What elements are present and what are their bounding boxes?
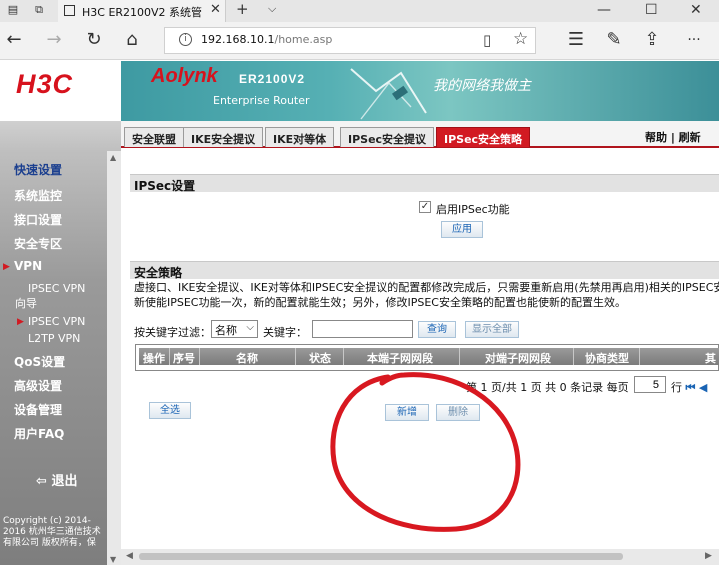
filter-select[interactable]: 名称 ⌵ bbox=[211, 320, 258, 338]
keyword-input[interactable] bbox=[312, 320, 413, 338]
banner-slogan: 我的网络我做主 bbox=[433, 78, 531, 94]
table-header: 操作 序号 名称 状态 本端子网网段 对端子网网段 协商类型 其 bbox=[139, 348, 719, 365]
first-page-icon[interactable]: ⏮ bbox=[686, 381, 696, 394]
page-icon bbox=[64, 5, 75, 16]
minimize-icon[interactable]: — bbox=[597, 2, 611, 18]
policy-heading: 安全策略 bbox=[130, 261, 719, 280]
logo-area: H3C bbox=[0, 61, 121, 121]
logout-button[interactable]: ⇦ 退出 bbox=[36, 470, 77, 489]
favorite-star-icon[interactable]: ☆ bbox=[513, 29, 528, 49]
info-icon[interactable]: i bbox=[179, 33, 192, 46]
col-more: 其 bbox=[705, 352, 716, 365]
col-negotiation-type: 协商类型 bbox=[585, 352, 629, 365]
sidebar-item-faq[interactable]: 用户FAQ bbox=[14, 425, 64, 442]
sidebar-sub-ipsec-vpn[interactable]: IPSEC VPN bbox=[28, 315, 85, 328]
tab-ike-proposal[interactable]: IKE安全提议 bbox=[183, 127, 264, 147]
scroll-thumb[interactable] bbox=[139, 553, 623, 560]
more-icon[interactable]: ··· bbox=[684, 32, 704, 48]
sidebar-item-security[interactable]: 安全专区 bbox=[14, 235, 62, 252]
select-all-button[interactable]: 全选 bbox=[149, 402, 191, 419]
reading-view-icon[interactable]: ▯ bbox=[483, 31, 491, 49]
logout-icon: ⇦ bbox=[36, 474, 47, 489]
new-tab-icon[interactable]: + bbox=[236, 0, 249, 18]
tab-security-association[interactable]: 安全联盟 bbox=[124, 127, 184, 147]
per-page-input[interactable] bbox=[634, 376, 666, 393]
copyright-text: Copyright (c) 2014- 2016 杭州华三通信技术 有限公司 版… bbox=[3, 516, 101, 548]
close-tab-icon[interactable]: ✕ bbox=[210, 2, 221, 17]
sidebar-item-vpn[interactable]: VPN bbox=[14, 259, 42, 273]
sidebar-sub-ipsec-wizard[interactable]: IPSEC VPN向导 bbox=[15, 281, 95, 311]
col-local-subnet: 本端子网网段 bbox=[367, 352, 433, 365]
scroll-left-icon[interactable]: ◀ bbox=[126, 551, 133, 561]
page-tabs-row: 安全联盟 IKE安全提议 IKE对等体 IPSec安全提议 IPSec安全策略 … bbox=[121, 121, 719, 148]
sidebar-item-qos[interactable]: QoS设置 bbox=[14, 353, 65, 370]
prev-page-icon[interactable]: ◀ bbox=[699, 381, 707, 394]
vpn-arrow-icon: ▶ bbox=[3, 262, 10, 272]
filter-label: 按关键字过滤： bbox=[134, 326, 211, 339]
col-action: 操作 bbox=[143, 352, 165, 365]
set-aside-tabs-icon[interactable]: ⧉ bbox=[32, 3, 46, 17]
enable-ipsec-label: 启用IPSec功能 bbox=[436, 203, 510, 216]
browser-tab[interactable]: H3C ER2100V2 系统管理 ✕ bbox=[58, 0, 226, 22]
sidebar-item-quick-setup[interactable]: 快速设置 bbox=[14, 161, 62, 178]
scroll-right-icon[interactable]: ▶ bbox=[705, 551, 712, 561]
col-remote-subnet: 对端子网网段 bbox=[485, 352, 551, 365]
banner-subtitle: Enterprise Router bbox=[213, 94, 310, 107]
enable-ipsec-checkbox[interactable]: ✓ bbox=[419, 201, 431, 213]
sidebar: ▲ ▼ 快速设置 系统监控 接口设置 安全专区 ▶ VPN IPSEC VPN向… bbox=[0, 121, 121, 565]
back-icon[interactable]: ← bbox=[4, 29, 24, 50]
pager-suffix: 行 bbox=[671, 381, 682, 394]
h3c-logo: H3C bbox=[16, 69, 74, 99]
tab-manager-icon[interactable]: ▤ bbox=[6, 3, 20, 17]
pager-controls: 行 ⏮ ◀ bbox=[671, 379, 707, 395]
ipsec-settings-heading: IPSec设置 bbox=[130, 174, 719, 193]
help-refresh-links[interactable]: 帮助 | 刷新 bbox=[645, 129, 701, 145]
keyword-label: 关键字： bbox=[263, 326, 307, 339]
col-index: 序号 bbox=[173, 352, 195, 365]
apply-button[interactable]: 应用 bbox=[441, 221, 483, 238]
query-button[interactable]: 查询 bbox=[418, 321, 456, 338]
refresh-icon[interactable]: ↻ bbox=[84, 29, 104, 50]
sidebar-item-advanced[interactable]: 高级设置 bbox=[14, 377, 62, 394]
address-url[interactable]: 192.168.10.1/home.asp bbox=[201, 33, 332, 46]
forward-icon[interactable]: → bbox=[44, 29, 64, 50]
scroll-down-icon[interactable]: ▼ bbox=[110, 555, 116, 564]
close-window-icon[interactable]: ✕ bbox=[690, 2, 702, 18]
tab-ipsec-proposal[interactable]: IPSec安全提议 bbox=[340, 127, 435, 147]
policy-description: 虚接口、IKE安全提议、IKE对等体和IPSEC安全提议的配置都修改完成后，只需… bbox=[134, 281, 719, 309]
model-name: ER2100V2 bbox=[239, 72, 306, 86]
web-notes-icon[interactable]: ✎ bbox=[604, 29, 624, 50]
chevron-down-icon: ⌵ bbox=[246, 322, 254, 333]
header-banner: Aolynk ER2100V2 Enterprise Router 我的网络我做… bbox=[121, 61, 719, 121]
browser-nav-bar: ← → ↻ ⌂ i 192.168.10.1/home.asp ▯ ☆ ☰ ✎ … bbox=[0, 22, 719, 60]
tab-list-chevron-icon[interactable]: ⌵ bbox=[268, 2, 276, 16]
address-bar[interactable]: i 192.168.10.1/home.asp ▯ ☆ bbox=[164, 27, 536, 54]
show-all-button[interactable]: 显示全部 bbox=[465, 321, 519, 338]
browser-tab-bar: ▤ ⧉ H3C ER2100V2 系统管理 ✕ + ⌵ — ☐ ✕ bbox=[0, 0, 719, 22]
tab-ipsec-policy[interactable]: IPSec安全策略 bbox=[436, 127, 531, 147]
brand-name: Aolynk bbox=[151, 65, 218, 87]
logout-label: 退出 bbox=[51, 474, 78, 489]
sidebar-item-interface[interactable]: 接口设置 bbox=[14, 211, 62, 228]
sidebar-scrollbar[interactable]: ▲ ▼ bbox=[107, 151, 121, 565]
sidebar-sub-l2tp-vpn[interactable]: L2TP VPN bbox=[28, 332, 80, 345]
home-icon[interactable]: ⌂ bbox=[122, 29, 142, 50]
horizontal-scrollbar[interactable]: ◀ ▶ bbox=[121, 549, 719, 565]
red-annotation-circle bbox=[330, 372, 521, 532]
col-status: 状态 bbox=[309, 352, 331, 365]
scroll-up-icon[interactable]: ▲ bbox=[110, 153, 116, 162]
tab-title: H3C ER2100V2 系统管理 bbox=[82, 6, 202, 19]
share-icon[interactable]: ⇪ bbox=[642, 29, 662, 50]
page-viewport: H3C Aolynk ER2100V2 Enterprise Router 我的… bbox=[0, 61, 719, 565]
col-name: 名称 bbox=[236, 352, 258, 365]
hub-icon[interactable]: ☰ bbox=[566, 29, 586, 50]
maximize-icon[interactable]: ☐ bbox=[645, 2, 658, 18]
sidebar-item-device-mgmt[interactable]: 设备管理 bbox=[14, 401, 62, 418]
tab-ike-peer[interactable]: IKE对等体 bbox=[265, 127, 335, 147]
sidebar-item-system-monitor[interactable]: 系统监控 bbox=[14, 187, 62, 204]
ipsec-arrow-icon: ▶ bbox=[17, 317, 24, 327]
